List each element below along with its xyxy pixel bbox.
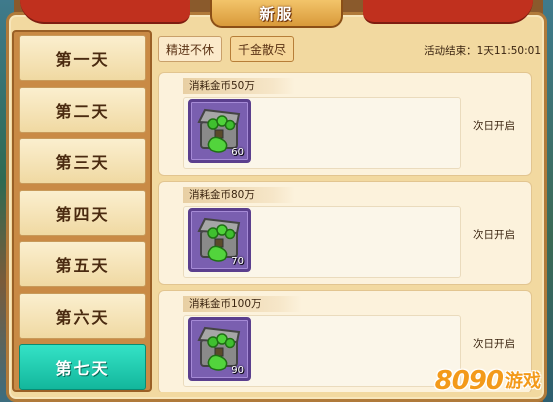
sidebar-item-day-7[interactable]: 第七天: [19, 344, 146, 390]
sidebar-item-day-6[interactable]: 第六天: [19, 292, 146, 339]
sidebar-item-label: 第一天: [55, 50, 110, 69]
item-count: 70: [231, 256, 244, 267]
ribbon-left: [20, 0, 190, 24]
page-title: 新服: [259, 4, 294, 23]
watermark-text: 游戏: [505, 371, 541, 392]
sidebar-item-day-4[interactable]: 第四天: [19, 189, 146, 236]
task-status: 次日开启: [473, 338, 515, 350]
reward-item-slot[interactable]: 60: [188, 99, 251, 163]
title-plate: 新服: [210, 0, 343, 28]
reward-area: 70: [183, 206, 461, 278]
item-count: 90: [231, 365, 244, 376]
reward-area: 60: [183, 97, 461, 169]
site-watermark: 8090 游戏: [435, 366, 541, 396]
tab-bar: 精进不休 千金散尽: [158, 36, 295, 62]
ribbon-right: [363, 0, 533, 24]
task-label: 消耗金币100万: [183, 296, 302, 312]
task-status: 次日开启: [473, 120, 515, 132]
watermark-number: 8090: [434, 366, 504, 396]
tab-jingjin-buxiu[interactable]: 精进不休: [158, 36, 223, 62]
task-row: 消耗金币80万 70 次日开启: [158, 181, 532, 285]
sidebar-item-label: 第二天: [55, 101, 110, 121]
sidebar-item-label: 第四天: [55, 204, 110, 224]
day-sidebar: 第一天 第二天 第三天 第四天 第五天 第六天 第七天: [12, 30, 152, 392]
reward-item-slot[interactable]: 90: [188, 317, 251, 381]
scrollbar[interactable]: [535, 72, 543, 392]
sidebar-item-day-5[interactable]: 第五天: [19, 241, 146, 287]
title-banner: 新服: [0, 0, 553, 30]
tab-qianjin-sanjin[interactable]: 千金散尽: [230, 36, 295, 62]
task-list[interactable]: 消耗金币50万 60 次日开启 消耗金币80万 70 次日开启 消耗金币100万…: [158, 72, 536, 392]
task-label: 消耗金币80万: [183, 187, 295, 203]
sidebar-item-day-1[interactable]: 第一天: [19, 35, 146, 81]
reward-item-slot[interactable]: 70: [188, 208, 251, 272]
event-countdown: 活动结束：1天11:50:01: [424, 45, 541, 57]
sidebar-item-label: 第三天: [55, 153, 110, 172]
sidebar-item-day-3[interactable]: 第三天: [19, 138, 146, 184]
reward-area: 90: [183, 315, 461, 387]
task-label: 消耗金币50万: [183, 78, 295, 94]
sidebar-item-label: 第七天: [55, 359, 110, 378]
sidebar-item-label: 第六天: [55, 307, 110, 327]
item-count: 60: [231, 147, 244, 158]
task-status: 次日开启: [473, 229, 515, 241]
sidebar-item-day-2[interactable]: 第二天: [19, 86, 146, 133]
task-row: 消耗金币50万 60 次日开启: [158, 72, 532, 176]
sidebar-item-label: 第五天: [55, 256, 110, 275]
